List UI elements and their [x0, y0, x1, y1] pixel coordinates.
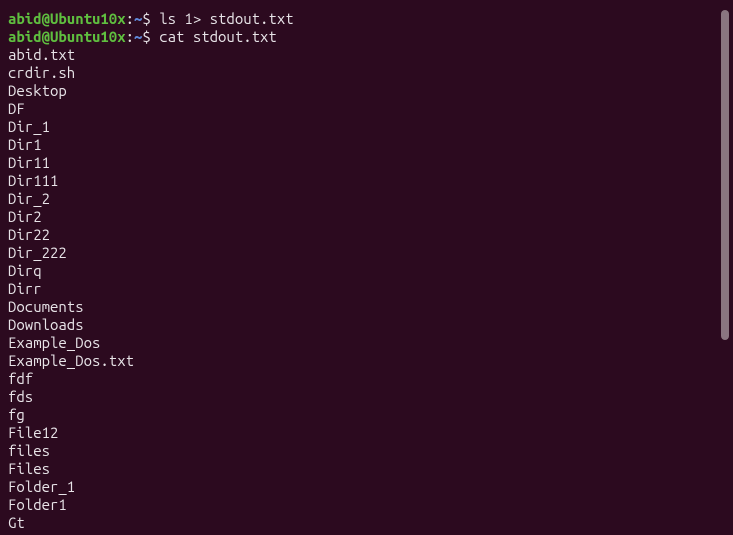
- command-text: ls 1> stdout.txt: [159, 10, 293, 27]
- output-line: Files: [8, 460, 725, 478]
- prompt-line-2: abid@Ubuntu10x:~$ cat stdout.txt: [8, 28, 725, 46]
- output-line: Example_Dos.txt: [8, 352, 725, 370]
- user-host: abid@Ubuntu10x: [8, 28, 126, 45]
- output-line: fdf: [8, 370, 725, 388]
- command-text: cat stdout.txt: [159, 28, 277, 45]
- terminal-window[interactable]: abid@Ubuntu10x:~$ ls 1> stdout.txt abid@…: [0, 0, 733, 535]
- output-line: File12: [8, 424, 725, 442]
- output-line: Dir111: [8, 172, 725, 190]
- output-line: Gt: [8, 514, 725, 532]
- output-line: Dir_1: [8, 118, 725, 136]
- output-line: Folder_1: [8, 478, 725, 496]
- separator: :: [126, 28, 134, 45]
- separator: :: [126, 10, 134, 27]
- output-line: abid.txt: [8, 46, 725, 64]
- user-host: abid@Ubuntu10x: [8, 10, 126, 27]
- output-line: Dir22: [8, 226, 725, 244]
- output-line: fg: [8, 406, 725, 424]
- output-line: fds: [8, 388, 725, 406]
- output-line: Example_Dos: [8, 334, 725, 352]
- output-line: Dirq: [8, 262, 725, 280]
- output-line: crdir.sh: [8, 64, 725, 82]
- output-line: Desktop: [8, 82, 725, 100]
- output-line: Dirr: [8, 280, 725, 298]
- output-line: Dir_222: [8, 244, 725, 262]
- output-line: files: [8, 442, 725, 460]
- scrollbar-thumb[interactable]: [721, 10, 729, 340]
- output-line: Downloads: [8, 316, 725, 334]
- prompt-dollar: $: [142, 10, 159, 27]
- output-line: Dir11: [8, 154, 725, 172]
- prompt-line-1: abid@Ubuntu10x:~$ ls 1> stdout.txt: [8, 10, 725, 28]
- output-line: Documents: [8, 298, 725, 316]
- output-line: Dir_2: [8, 190, 725, 208]
- output-line: Dir2: [8, 208, 725, 226]
- prompt-dollar: $: [142, 28, 159, 45]
- output-line: Folder1: [8, 496, 725, 514]
- output-line: Dir1: [8, 136, 725, 154]
- output-line: DF: [8, 100, 725, 118]
